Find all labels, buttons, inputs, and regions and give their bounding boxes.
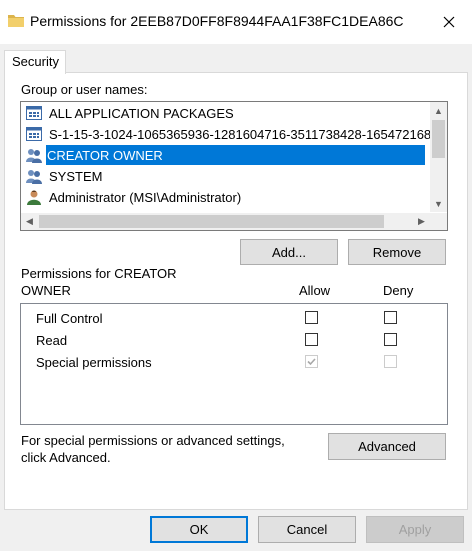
permissions-label-line2: OWNER	[21, 283, 71, 298]
cancel-button[interactable]: Cancel	[258, 516, 356, 543]
permissions-label-line1: Permissions for CREATOR	[21, 266, 177, 281]
allow-column-header: Allow	[299, 283, 331, 298]
folder-icon	[8, 15, 24, 27]
app-packages-icon	[26, 127, 42, 141]
permission-name: Special permissions	[36, 355, 152, 370]
scroll-left-icon[interactable]: ◀	[21, 213, 38, 230]
tab-security-label: Security	[12, 54, 59, 69]
user-icon	[27, 190, 41, 205]
permission-name: Read	[36, 333, 68, 348]
deny-special-permissions-checkbox[interactable]	[384, 355, 397, 368]
scroll-right-icon[interactable]: ▶	[413, 213, 430, 230]
check-icon	[307, 358, 316, 366]
allow-special-permissions-checkbox[interactable]	[305, 355, 318, 368]
scroll-down-icon[interactable]: ▼	[430, 195, 447, 212]
list-item[interactable]: ALL APPLICATION PACKAGES	[21, 103, 425, 123]
deny-read-checkbox[interactable]	[384, 333, 397, 346]
list-item[interactable]: SYSTEM	[21, 166, 425, 186]
ok-button[interactable]: OK	[150, 516, 248, 543]
permissions-list: Full Control Read Special permissions	[20, 303, 448, 425]
advanced-note-line1: For special permissions or advanced sett…	[21, 433, 285, 448]
app-packages-icon	[26, 106, 42, 120]
close-icon	[443, 16, 455, 28]
horizontal-scroll-thumb[interactable]	[39, 215, 384, 228]
list-item-label: Administrator (MSI\Administrator)	[49, 189, 242, 205]
list-item-selected[interactable]: CREATOR OWNER	[46, 145, 425, 165]
permission-name: Full Control	[36, 311, 103, 326]
list-item[interactable]: S-1-15-3-1024-1065365936-1281604716-3511…	[21, 124, 438, 144]
scroll-up-icon[interactable]: ▲	[430, 102, 447, 119]
group-users-icon	[26, 149, 42, 163]
list-item[interactable]: Administrator (MSI\Administrator)	[21, 187, 425, 207]
add-button[interactable]: Add...	[240, 239, 338, 265]
list-item-label: ALL APPLICATION PACKAGES	[49, 105, 234, 121]
allow-read-checkbox[interactable]	[305, 333, 318, 346]
group-list-label: Group or user names:	[21, 82, 148, 97]
group-users-icon	[26, 170, 42, 184]
scrollbar-corner	[430, 213, 447, 230]
vertical-scroll-thumb[interactable]	[432, 120, 445, 158]
title-bar: Permissions for 2EEB87D0FF8F8944FAA1F38F…	[0, 0, 472, 44]
remove-button[interactable]: Remove	[348, 239, 446, 265]
advanced-note-line2: click Advanced.	[21, 450, 111, 465]
horizontal-scrollbar[interactable]: ◀ ▶	[21, 213, 430, 230]
close-button[interactable]	[426, 0, 472, 44]
window-title: Permissions for 2EEB87D0FF8F8944FAA1F38F…	[30, 13, 404, 29]
vertical-scrollbar[interactable]: ▲ ▼	[430, 102, 447, 212]
deny-full-control-checkbox[interactable]	[384, 311, 397, 324]
deny-column-header: Deny	[383, 283, 414, 298]
list-item-label: S-1-15-3-1024-1065365936-1281604716-3511…	[49, 126, 439, 142]
advanced-button[interactable]: Advanced	[328, 433, 446, 460]
tab-security[interactable]: Security	[4, 50, 66, 74]
apply-button[interactable]: Apply	[366, 516, 464, 543]
allow-full-control-checkbox[interactable]	[305, 311, 318, 324]
group-user-listbox[interactable]: ALL APPLICATION PACKAGES S-1-15-3-1024-1…	[20, 101, 448, 231]
list-item-label: SYSTEM	[49, 168, 103, 184]
list-item-label: CREATOR OWNER	[47, 147, 163, 163]
